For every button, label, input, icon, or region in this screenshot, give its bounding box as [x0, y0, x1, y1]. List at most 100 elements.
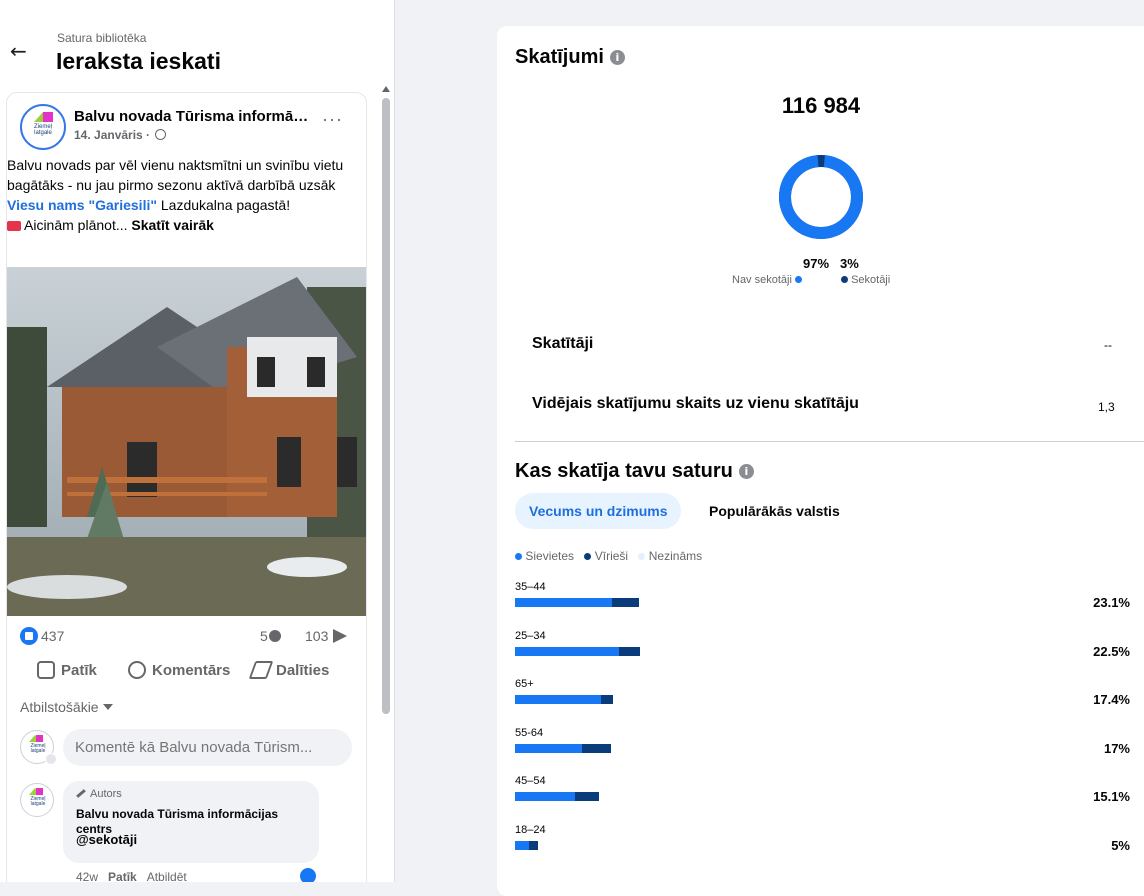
age-pct: 23.1%: [1093, 595, 1130, 610]
comment-actions: 42w Patīk Atbildēt: [76, 870, 197, 882]
reaction-count[interactable]: 437: [41, 628, 64, 644]
avg-views-label: Vidējais skatījumu skaits uz vienu skatī…: [532, 395, 859, 412]
scrollbar[interactable]: [381, 86, 391, 882]
logo-text: Ziemeļ latgale: [33, 124, 52, 136]
post-image[interactable]: [7, 267, 366, 616]
author-tag: Autors: [76, 788, 122, 800]
age-pct: 5%: [1111, 837, 1130, 853]
post-panel: ← Satura bibliotēka Ieraksta ieskati Zie…: [0, 0, 395, 882]
comment-bubble: Autors Balvu novada Tūrisma informācijas…: [63, 781, 319, 863]
comment-text[interactable]: @sekotāji: [76, 832, 137, 847]
age-bar-men: [611, 598, 640, 607]
views-donut-chart: [779, 155, 863, 239]
pencil-icon: [76, 789, 86, 798]
comment-input[interactable]: [63, 729, 352, 766]
info-icon[interactable]: i: [609, 50, 625, 65]
like-label: Patīk: [61, 662, 97, 679]
followers-label: Sekotāji: [851, 274, 891, 286]
age-bar: [515, 646, 641, 656]
total-views: 116 984: [781, 93, 861, 118]
comment-avatar[interactable]: Ziemeļ latgale: [20, 783, 54, 817]
age-bar: [515, 695, 613, 704]
age-label: 45–54: [515, 775, 546, 787]
reactions-row: 437 5 103: [7, 626, 366, 648]
share-label: Dalīties: [276, 662, 330, 679]
age-label: 65+: [515, 678, 534, 690]
age-pct: 15.1%: [1093, 789, 1130, 804]
like-button[interactable]: Patīk: [37, 655, 97, 687]
post-text-3: Aicinām plānot...: [24, 217, 132, 233]
share-icon: [248, 661, 274, 679]
age-row: 45–54 15.1%: [515, 775, 1144, 815]
age-row: 35–44 23.1%: [515, 581, 1144, 621]
unknown-dot: [638, 553, 646, 560]
age-pct: 17.4%: [1093, 692, 1130, 707]
post-text-2: Lazdukalna pagastā!: [156, 197, 291, 213]
scroll-thumb[interactable]: [382, 98, 390, 714]
divider: [515, 441, 1144, 442]
legend-unknown: Nezināms: [638, 549, 702, 563]
share-count[interactable]: 103: [305, 628, 328, 644]
legend-unknown-label: Nezināms: [648, 549, 703, 563]
page-logo[interactable]: Ziemeļ latgale: [20, 104, 66, 150]
comment-count[interactable]: 5: [260, 628, 268, 644]
info-icon[interactable]: i: [738, 464, 754, 479]
non-followers-legend: Nav sekotāji: [732, 274, 802, 286]
tab-top-countries[interactable]: Populārākās valstis: [695, 493, 854, 529]
age-bar-women: [515, 743, 583, 753]
avatar-switch-icon[interactable]: [45, 753, 57, 765]
women-dot: [515, 553, 522, 560]
comment-like-link[interactable]: Patīk: [108, 870, 137, 882]
avatar-logo-text: Ziemeļ latgale: [30, 796, 46, 807]
comment-button[interactable]: Komentārs: [128, 655, 230, 687]
action-bar: Patīk Komentārs Dalīties: [7, 655, 366, 687]
page-name[interactable]: Balvu novada Tūrisma informāci...: [74, 108, 314, 125]
post-meta: 14. Janvāris ·: [74, 128, 167, 142]
age-row: 25–34 22.5%: [515, 630, 1144, 670]
legend-women: Sievietes: [515, 549, 574, 563]
see-more-link[interactable]: Skatīt vairāk: [131, 217, 214, 233]
share-button[interactable]: Dalīties: [248, 655, 330, 687]
followers-dot: [841, 276, 848, 283]
age-bar-men: [582, 743, 611, 753]
age-label: 18–24: [515, 823, 546, 836]
age-bar-men: [601, 695, 613, 704]
comment-time[interactable]: 42w: [76, 870, 98, 882]
followers-pct: 3%: [840, 256, 859, 271]
age-bar-men: [529, 840, 539, 850]
age-bar-men: [618, 646, 641, 656]
views-title-text: Skatījumi: [515, 46, 604, 68]
more-options-button[interactable]: ···: [322, 109, 343, 130]
legend-men-label: Vīrieši: [594, 549, 629, 563]
post-link[interactable]: Viesu nams "Gariesili": [7, 197, 157, 213]
comment-label: Komentārs: [152, 662, 231, 679]
comment-reply-link[interactable]: Atbildēt: [147, 870, 187, 882]
legend-men: Vīrieši: [584, 549, 628, 563]
scroll-up-arrow-icon[interactable]: [382, 86, 390, 92]
back-arrow-icon[interactable]: ←: [10, 40, 32, 62]
age-bar-women: [515, 646, 619, 656]
age-bar-women: [515, 598, 612, 607]
post-text: Balvu novads par vēl vienu naktsmītni un…: [7, 155, 352, 235]
age-pct: 17%: [1103, 740, 1130, 756]
views-title: Skatījumi i: [515, 46, 625, 69]
age-pct: 22.5%: [1093, 643, 1130, 659]
age-bar-women: [515, 840, 530, 850]
age-row: 18–24 5%: [515, 824, 1144, 864]
audience-title: Kas skatīja tavu saturu i: [515, 460, 754, 483]
tab-age-gender[interactable]: Vecums un dzimums: [515, 493, 682, 529]
age-label: 35–44: [515, 581, 546, 593]
viewers-label: Skatītāji: [532, 335, 594, 352]
comment-bubble-icon: [269, 630, 281, 642]
men-dot: [584, 553, 592, 560]
comment-sort-dropdown[interactable]: Atbilstošākie: [20, 699, 113, 715]
post-date[interactable]: 14. Janvāris ·: [74, 128, 153, 142]
thumbs-up-icon: [37, 661, 55, 679]
like-reaction-icon: [20, 627, 38, 645]
caret-down-icon: [102, 704, 113, 710]
viewers-value: --: [1104, 338, 1112, 352]
non-followers-label: Nav sekotāji: [732, 274, 792, 286]
breadcrumb[interactable]: Satura bibliotēka: [57, 31, 146, 45]
avatar-logo-square: [36, 788, 43, 795]
non-followers-pct: 97%: [803, 256, 830, 271]
